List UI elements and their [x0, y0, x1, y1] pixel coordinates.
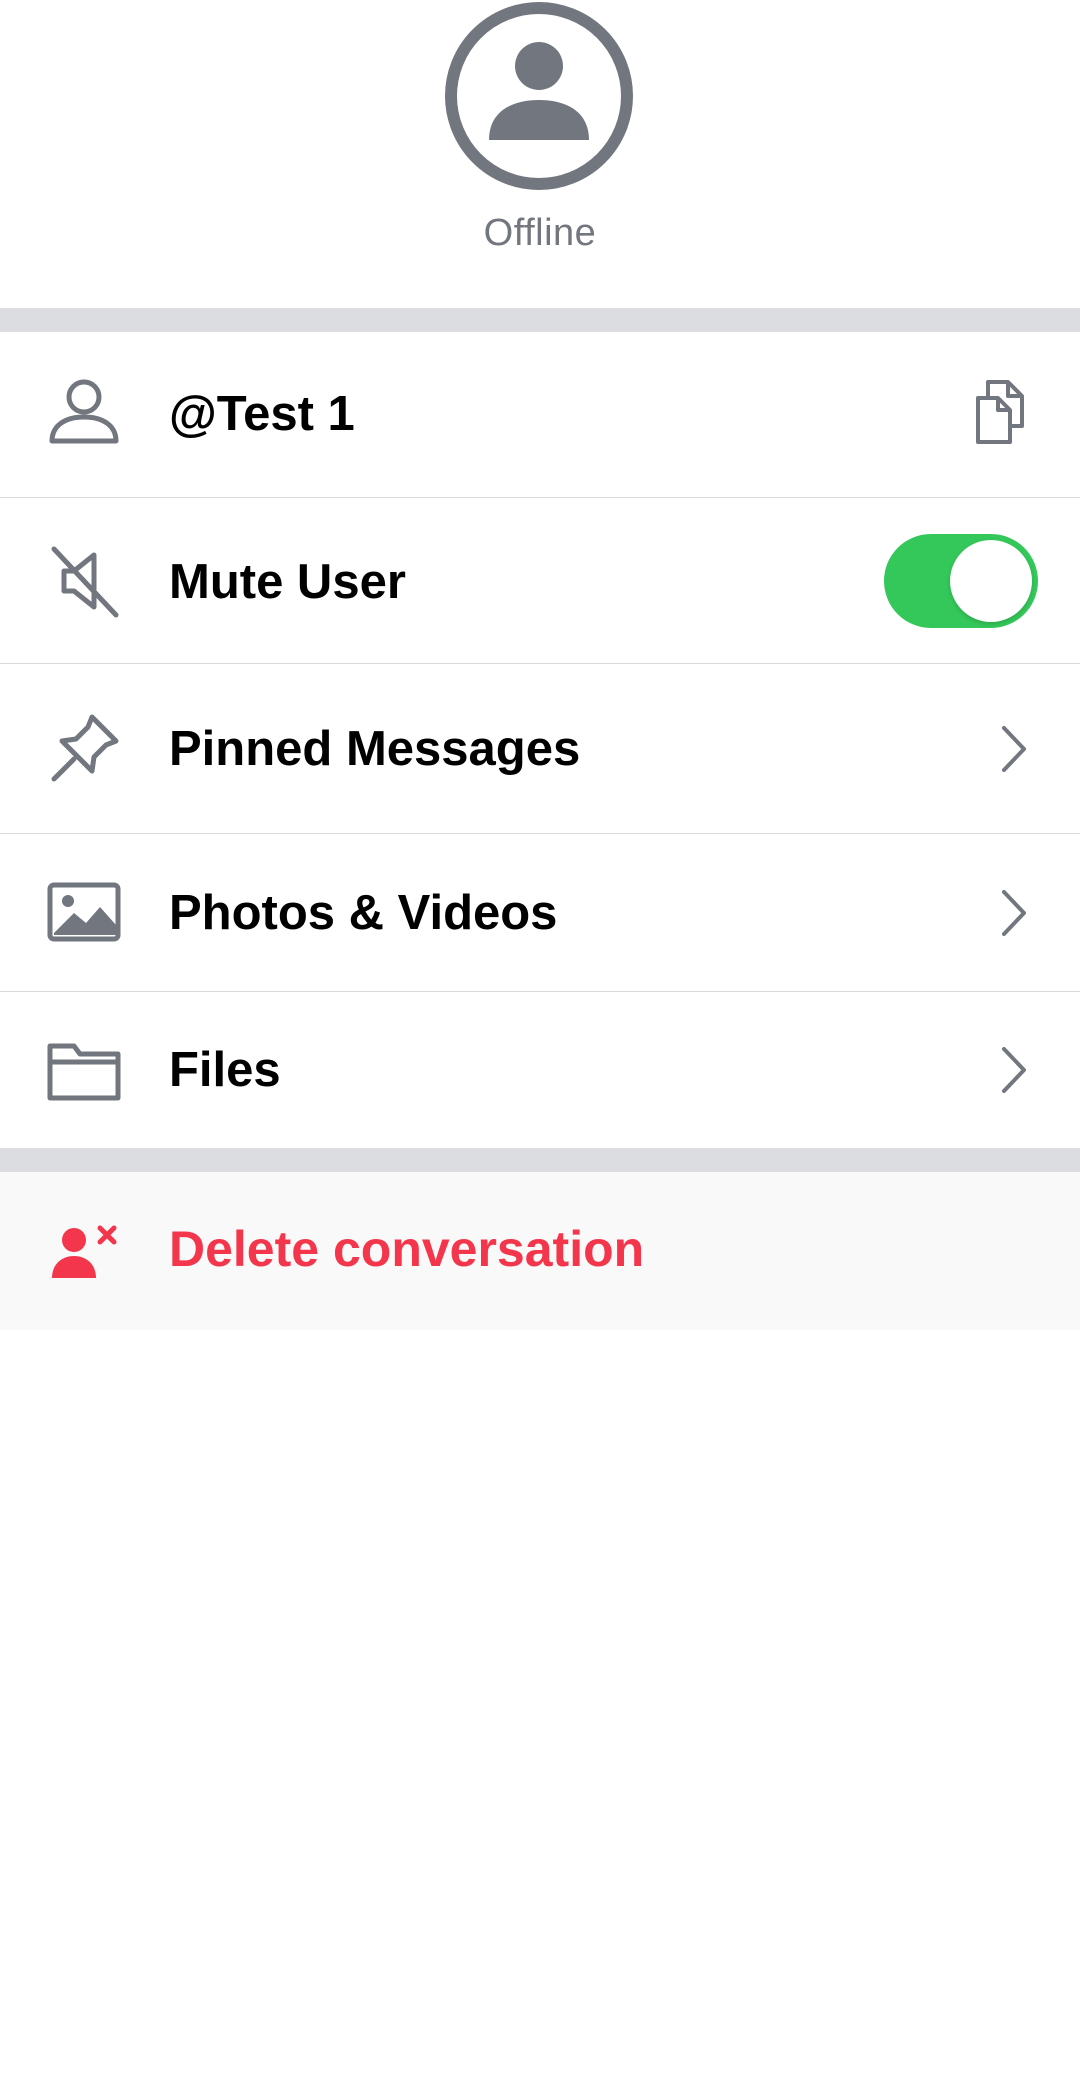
- photos-videos-row[interactable]: Photos & Videos: [0, 834, 1080, 992]
- files-label: Files: [169, 1043, 281, 1097]
- image-icon: [47, 882, 121, 942]
- mute-user-row[interactable]: Mute User: [0, 498, 1080, 664]
- mute-speaker-icon: [51, 546, 119, 618]
- section-divider: [0, 308, 1080, 332]
- toggle-knob: [950, 540, 1032, 622]
- chevron-right-icon: [1002, 890, 1026, 936]
- user-avatar-icon[interactable]: [443, 0, 635, 192]
- folder-icon: [47, 1043, 121, 1101]
- username-row[interactable]: @Test 1: [0, 332, 1080, 498]
- files-row[interactable]: Files: [0, 992, 1080, 1148]
- username-label: @Test 1: [169, 387, 355, 441]
- person-icon: [49, 379, 119, 444]
- section-divider: [0, 1148, 1080, 1172]
- pin-icon: [51, 714, 119, 782]
- chevron-right-icon: [1002, 726, 1026, 772]
- delete-conversation-row[interactable]: Delete conversation: [0, 1172, 1080, 1330]
- mute-toggle[interactable]: [884, 534, 1038, 628]
- chevron-right-icon: [1002, 1047, 1026, 1093]
- pinned-messages-label: Pinned Messages: [169, 722, 581, 776]
- pinned-messages-row[interactable]: Pinned Messages: [0, 664, 1080, 834]
- remove-user-icon: [52, 1225, 117, 1278]
- delete-conversation-label: Delete conversation: [169, 1221, 645, 1277]
- mute-user-label: Mute User: [169, 555, 406, 609]
- status-text: Offline: [483, 212, 597, 254]
- copy-icon[interactable]: [964, 378, 1034, 448]
- photos-videos-label: Photos & Videos: [169, 886, 558, 940]
- profile-header: Offline: [0, 0, 1080, 308]
